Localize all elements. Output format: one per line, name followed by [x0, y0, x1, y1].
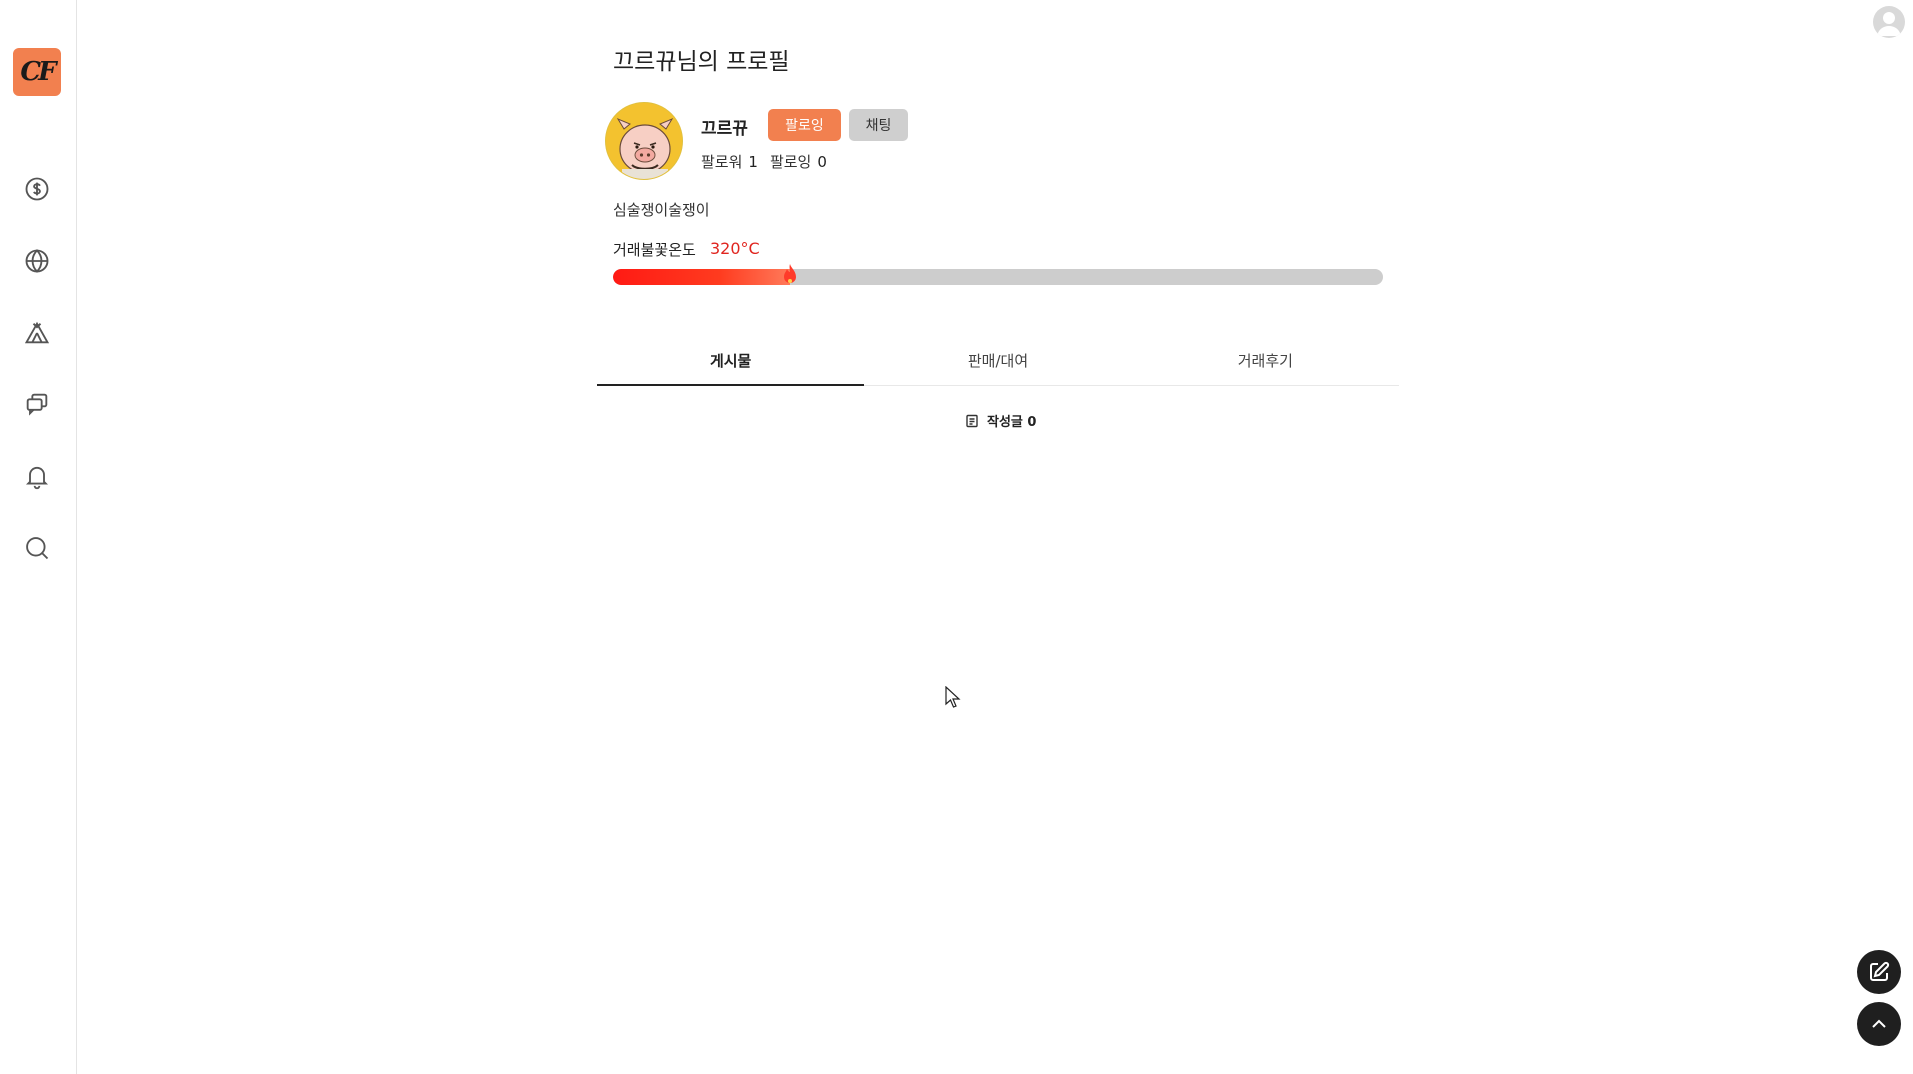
tab-reviews[interactable]: 거래후기: [1132, 336, 1399, 385]
followers-count: 1: [748, 153, 758, 171]
temperature-value: 320°C: [710, 239, 760, 258]
write-post-button[interactable]: [1857, 950, 1901, 994]
profile-nickname: 끄르뀨: [701, 119, 748, 139]
edit-icon: [1870, 961, 1890, 981]
chat-icon[interactable]: [21, 388, 53, 420]
user-avatar-icon[interactable]: [1873, 6, 1905, 38]
app-logo[interactable]: CF: [13, 48, 61, 96]
scroll-top-button[interactable]: [1857, 1002, 1901, 1046]
flame-icon: [784, 264, 796, 283]
followers-label[interactable]: 팔로워: [701, 153, 742, 171]
profile-bio: 심술쟁이술쟁이: [613, 201, 710, 219]
chevron-up-icon: [1872, 1019, 1886, 1028]
dollar-icon[interactable]: [21, 173, 53, 205]
search-icon[interactable]: [21, 532, 53, 564]
mouse-cursor-icon: [945, 686, 961, 708]
sidebar: CF: [0, 0, 77, 1074]
post-count-label: 작성글 0: [987, 415, 1037, 430]
following-button[interactable]: 팔로잉: [768, 109, 841, 141]
chat-button[interactable]: 채팅: [849, 109, 908, 141]
following-label[interactable]: 팔로잉: [770, 153, 811, 171]
profile-avatar: [605, 102, 683, 180]
document-icon: [966, 414, 978, 427]
temperature-bar: [613, 269, 1383, 285]
tab-posts[interactable]: 게시물: [597, 336, 865, 386]
post-count: 작성글 0: [965, 411, 1036, 430]
follow-counts: 팔로워 1 팔로잉 0: [701, 151, 839, 172]
tent-icon[interactable]: [21, 317, 53, 349]
page-title: 끄르뀨님의 프로필: [613, 49, 790, 75]
temperature-bar-fill: [613, 269, 790, 285]
profile-tabs: 게시물 판매/대여 거래후기: [597, 336, 1399, 386]
globe-icon[interactable]: [21, 245, 53, 277]
tab-sale-rental[interactable]: 판매/대여: [864, 336, 1131, 385]
temperature-label: 거래불꽃온도: [613, 241, 696, 259]
bell-icon[interactable]: [21, 460, 53, 492]
following-count: 0: [817, 153, 827, 171]
